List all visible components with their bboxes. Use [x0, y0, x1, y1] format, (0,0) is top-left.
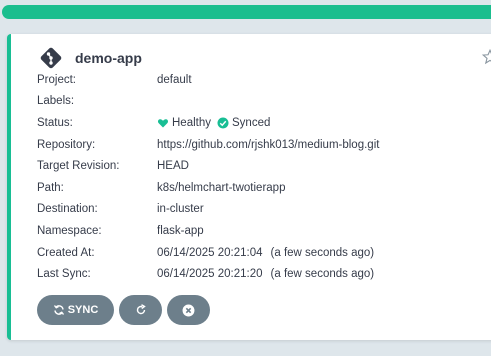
refresh-button[interactable]	[119, 295, 162, 325]
app-name[interactable]: demo-app	[75, 50, 142, 66]
field-destination: Destination: in-cluster	[37, 203, 204, 216]
delete-icon	[182, 304, 195, 316]
field-namespace: Namespace: flask-app	[37, 224, 204, 237]
field-status: Status: Healthy Synced	[37, 116, 272, 129]
delete-button[interactable]	[167, 295, 210, 325]
star-icon[interactable]	[481, 48, 491, 66]
repository-value[interactable]: https://github.com/rjshk013/medium-blog.…	[157, 139, 379, 151]
sync-status: Synced	[232, 116, 271, 129]
namespace-value: flask-app	[157, 224, 204, 237]
heart-icon	[157, 119, 169, 128]
sync-icon	[53, 305, 64, 315]
action-buttons: SYNC	[37, 295, 215, 325]
health-status: Healthy	[172, 116, 211, 129]
target-revision-value: HEAD	[157, 160, 189, 173]
app-details: Project: default Labels: Status: Healthy…	[37, 69, 379, 285]
last-sync-relative: (a few seconds ago)	[270, 268, 375, 281]
git-icon	[40, 47, 62, 69]
sync-button[interactable]: SYNC	[37, 295, 114, 325]
sync-button-label: SYNC	[67, 304, 99, 316]
field-created-at: Created At: 06/14/2025 20:21:04 (a few s…	[37, 246, 375, 259]
created-at-relative: (a few seconds ago)	[270, 246, 375, 259]
field-path: Path: k8s/helmchart-twotierapp	[37, 181, 286, 194]
field-repository: Repository: https://github.com/rjshk013/…	[37, 138, 380, 151]
field-last-sync: Last Sync: 06/14/2025 20:21:20 (a few se…	[37, 268, 375, 281]
progress-bar	[2, 5, 491, 19]
destination-value: in-cluster	[157, 203, 204, 216]
last-sync-value: 06/14/2025 20:21:20	[157, 268, 263, 281]
check-circle-icon	[217, 117, 229, 129]
project-value: default	[157, 73, 192, 86]
path-value: k8s/helmchart-twotierapp	[157, 181, 286, 194]
tile-header: demo-app	[39, 46, 142, 70]
field-project: Project: default	[37, 73, 192, 86]
refresh-icon	[136, 304, 146, 315]
status-value: Healthy Synced	[157, 117, 272, 129]
created-at-value: 06/14/2025 20:21:04	[157, 246, 263, 259]
field-target-revision: Target Revision: HEAD	[37, 160, 189, 173]
application-tile[interactable]: demo-app Project: default Labels: Status…	[7, 34, 491, 340]
field-labels: Labels:	[37, 95, 75, 108]
